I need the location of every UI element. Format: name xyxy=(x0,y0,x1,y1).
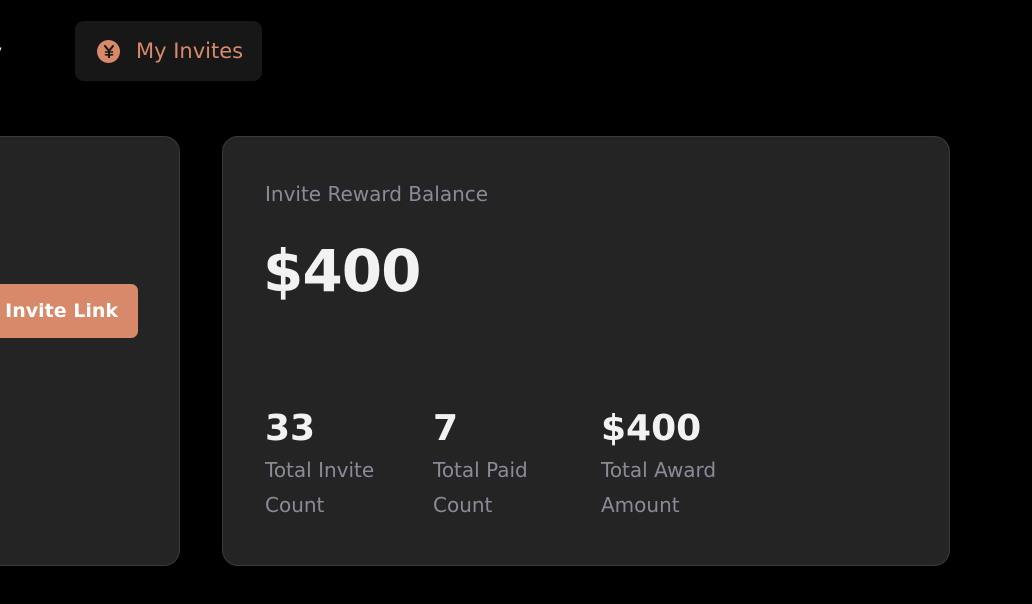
stat-label-line: Total Paid xyxy=(433,458,528,482)
stat-total-invite-count: 33 Total Invite Count xyxy=(265,407,415,523)
reward-balance-label: Invite Reward Balance xyxy=(265,182,489,206)
invites-page: tory My Invites y Invite Link Invite Rew… xyxy=(0,0,1032,604)
copy-invite-link-button[interactable]: y Invite Link xyxy=(0,284,138,338)
stat-label-line: Amount xyxy=(601,493,680,517)
stat-label: Total Award Amount xyxy=(601,453,751,523)
tab-history[interactable]: tory xyxy=(0,32,2,72)
stat-value: 7 xyxy=(433,408,459,449)
invite-link-card xyxy=(0,136,180,566)
stat-label: Total Paid Count xyxy=(433,453,583,523)
stat-value: $400 xyxy=(601,408,702,449)
reward-balance-value: $400 xyxy=(263,237,421,305)
stat-label-line: Total Award xyxy=(601,458,717,482)
tab-my-invites[interactable]: My Invites xyxy=(75,21,262,81)
stat-label: Total Invite Count xyxy=(265,453,415,523)
stat-value: 33 xyxy=(265,408,316,449)
yen-coin-icon xyxy=(97,39,120,63)
tab-my-invites-label: My Invites xyxy=(136,39,244,63)
stat-label-line: Total Invite xyxy=(265,458,375,482)
invite-reward-card: Invite Reward Balance $400 33 Total Invi… xyxy=(222,136,950,566)
stat-label-line: Count xyxy=(265,493,325,517)
stat-total-award-amount: $400 Total Award Amount xyxy=(601,407,751,523)
stat-label-line: Count xyxy=(433,493,493,517)
stat-total-paid-count: 7 Total Paid Count xyxy=(433,407,583,523)
